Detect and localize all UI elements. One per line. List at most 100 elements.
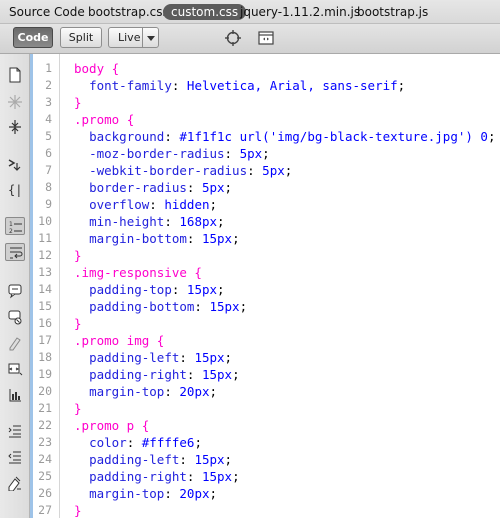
semicolon: ;	[194, 435, 202, 450]
semicolon: ;	[209, 486, 218, 501]
remove-comment-icon[interactable]	[5, 308, 25, 326]
code-line[interactable]: 20 margin-top: 20px;	[30, 383, 500, 400]
tab-bootstrap-css[interactable]: bootstrap.css	[88, 4, 169, 20]
css-property: padding-right	[89, 367, 187, 382]
code-text: border-radius: 5px;	[74, 179, 232, 196]
outdent-code-icon[interactable]	[5, 448, 25, 466]
code-line[interactable]: 12}	[30, 247, 500, 264]
code-line[interactable]: 24 padding-left: 15px;	[30, 451, 500, 468]
split-view-button[interactable]: Split	[60, 27, 102, 48]
code-line[interactable]: 27}	[30, 502, 500, 518]
code-line[interactable]: 15 padding-bottom: 15px;	[30, 298, 500, 315]
code-line[interactable]: 3}	[30, 94, 500, 111]
code-line[interactable]: 17 .promo img {	[30, 332, 500, 349]
semicolon: ;	[232, 469, 240, 484]
semicolon: ;	[224, 350, 233, 365]
code-line[interactable]: 19 padding-right: 15px;	[30, 366, 500, 383]
apply-comment-icon[interactable]	[5, 282, 25, 300]
code-text: padding-right: 15px;	[74, 366, 240, 383]
css-property: font-family	[89, 78, 172, 93]
tab-custom-css[interactable]: custom.css	[163, 4, 247, 20]
css-value: 15px	[201, 469, 233, 484]
code-line[interactable]: 11 margin-bottom: 15px;	[30, 230, 500, 247]
code-line[interactable]: 9 overflow: hidden;	[30, 196, 500, 213]
code-line[interactable]: 5 background: #1f1f1c url('img/bg-black-…	[30, 128, 500, 145]
move-css-icon[interactable]	[5, 386, 25, 404]
code-view-label: Code	[17, 31, 49, 44]
code-text: padding-left: 15px;	[74, 349, 232, 366]
css-property: margin-bottom	[89, 231, 187, 246]
collapse-selection-icon[interactable]	[5, 118, 25, 136]
code-editor[interactable]: 1 body {2 font-family: Helvetica, Arial, …	[30, 54, 500, 518]
code-line[interactable]: 22 .promo p {	[30, 417, 500, 434]
line-number: 15	[38, 299, 52, 313]
code-view-button[interactable]: Code	[13, 27, 53, 48]
code-line[interactable]: 6 -moz-border-radius: 5px;	[30, 145, 500, 162]
line-number: 22	[38, 418, 52, 432]
code-line[interactable]: 2 font-family: Helvetica, Arial, sans-se…	[30, 77, 500, 94]
semicolon: ;	[224, 180, 233, 195]
semicolon: ;	[209, 384, 218, 399]
css-value: 15px	[201, 231, 233, 246]
colon: :	[186, 180, 202, 195]
colon: :	[186, 469, 202, 484]
brace: {	[141, 418, 150, 433]
css-value: #1f1f1c url('img/bg-black-texture.jpg') …	[179, 129, 488, 144]
select-parent-tag-icon[interactable]: {|}	[5, 181, 25, 199]
tab-source-code[interactable]: Source Code	[9, 4, 85, 20]
recent-snippets-icon[interactable]	[5, 360, 25, 378]
code-line[interactable]: 1 body {	[30, 60, 500, 77]
code-line[interactable]: 7 -webkit-border-radius: 5px;	[30, 162, 500, 179]
view-toolbar: Code Split Live	[0, 24, 500, 54]
line-number: 23	[38, 435, 52, 449]
open-documents-icon[interactable]	[5, 66, 25, 84]
browser-navigation-icon[interactable]	[257, 29, 275, 47]
expand-all-icon[interactable]	[5, 154, 25, 172]
indent-code-icon[interactable]	[5, 422, 25, 440]
css-property: overflow	[89, 197, 150, 212]
live-dropdown-icon[interactable]	[142, 28, 158, 47]
colon: :	[126, 435, 142, 450]
line-number: 6	[45, 146, 52, 160]
line-number: 21	[38, 401, 52, 415]
code-line[interactable]: 4 .promo {	[30, 111, 500, 128]
code-text: padding-bottom: 15px;	[74, 298, 247, 315]
code-line[interactable]: 14 padding-top: 15px;	[30, 281, 500, 298]
code-line[interactable]: 26 margin-top: 20px;	[30, 485, 500, 502]
line-number: 2	[45, 78, 52, 92]
svg-text:{|}: {|}	[8, 183, 23, 197]
line-numbers-icon[interactable]: 12	[5, 217, 25, 235]
inspect-target-icon[interactable]	[224, 29, 242, 47]
code-line[interactable]: 23 color: #ffffe6;	[30, 434, 500, 451]
brace: }	[74, 316, 82, 331]
code-line[interactable]: 21}	[30, 400, 500, 417]
code-line[interactable]: 18 padding-left: 15px;	[30, 349, 500, 366]
css-value: 5px	[239, 146, 263, 161]
word-wrap-icon[interactable]	[5, 243, 25, 261]
css-property: padding-right	[89, 469, 187, 484]
line-number: 19	[38, 367, 52, 381]
collapse-full-tag-icon[interactable]	[5, 93, 25, 111]
tab-bootstrap-js[interactable]: bootstrap.js	[357, 4, 428, 20]
format-source-icon[interactable]	[5, 474, 25, 492]
css-value: 15px	[194, 350, 225, 365]
line-number: 14	[38, 282, 52, 296]
wrap-tag-icon[interactable]	[5, 334, 25, 352]
tab-jquery-js[interactable]: jquery-1.11.2.min.js	[240, 4, 360, 20]
code-line[interactable]: 16}	[30, 315, 500, 332]
line-number: 18	[38, 350, 52, 364]
code-text: padding-right: 15px;	[74, 468, 240, 485]
semicolon: ;	[397, 78, 406, 93]
code-line[interactable]: 25 padding-right: 15px;	[30, 468, 500, 485]
svg-text:2: 2	[9, 228, 13, 235]
line-number: 4	[45, 112, 52, 126]
code-line[interactable]: 13 .img-responsive {	[30, 264, 500, 281]
live-view-button[interactable]: Live	[108, 27, 159, 48]
code-line[interactable]: 8 border-radius: 5px;	[30, 179, 500, 196]
code-line[interactable]: 10 min-height: 168px;	[30, 213, 500, 230]
